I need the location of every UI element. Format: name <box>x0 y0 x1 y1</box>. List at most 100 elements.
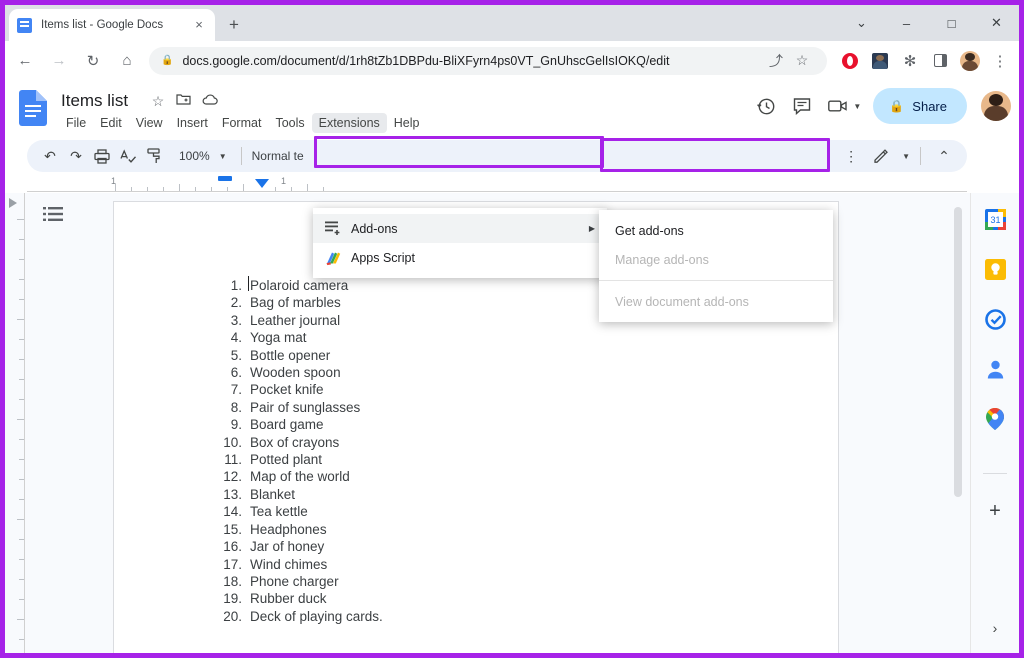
comment-icon[interactable] <box>785 89 819 123</box>
submenu-item-get-add-ons[interactable]: Get add-ons <box>599 216 833 245</box>
ruler-line <box>27 191 967 192</box>
menu-item-apps-script[interactable]: Apps Script <box>313 243 607 272</box>
tab-strip: Items list - Google Docs × + ⌄ – □ ✕ <box>5 5 1019 41</box>
list-item: 14. Tea kettle <box>223 504 308 520</box>
svg-text:31: 31 <box>990 215 1000 225</box>
browser-window: Items list - Google Docs × + ⌄ – □ ✕ ← →… <box>0 0 1024 658</box>
redo-icon[interactable]: ↷ <box>63 143 89 169</box>
zoom-value: 100% <box>179 149 210 163</box>
submenu-divider <box>599 280 833 281</box>
chrome-menu-icon[interactable]: ⋮ <box>987 48 1013 74</box>
share-page-icon[interactable]: ⤴ <box>763 48 789 74</box>
side-panel-rail: 31 + › <box>970 193 1019 653</box>
menu-view[interactable]: View <box>129 113 170 133</box>
lock-icon: 🔒 <box>889 99 905 113</box>
window-controls: ⌄ – □ ✕ <box>839 5 1019 41</box>
toolbar-right-group: ⋮ ▼ ⌃ <box>842 143 957 169</box>
expand-panel-icon[interactable]: › <box>984 617 1006 639</box>
list-item: 20. Deck of playing cards. <box>223 608 383 624</box>
left-indent-marker[interactable] <box>218 176 232 181</box>
ruler-number-right: 1 <box>281 176 287 186</box>
zoom-selector[interactable]: 100% ▼ <box>175 149 231 163</box>
list-item: 11. Potted plant <box>224 452 323 468</box>
text-cursor <box>248 276 249 291</box>
back-icon[interactable]: ← <box>11 47 39 75</box>
editing-mode-button[interactable]: ▼ <box>868 143 910 169</box>
home-icon[interactable]: ⌂ <box>113 47 141 75</box>
share-button[interactable]: 🔒 Share <box>873 88 967 124</box>
opera-extension-icon[interactable] <box>837 48 863 74</box>
google-contacts-icon[interactable] <box>983 357 1007 381</box>
menu-extensions[interactable]: Extensions <box>311 113 387 133</box>
more-options-icon[interactable]: ⋮ <box>842 148 860 165</box>
undo-icon[interactable]: ↶ <box>37 143 63 169</box>
print-icon[interactable] <box>89 143 115 169</box>
docs-toolbar: ↶ ↷ 100% ▼ Normal te ⋮ ▼ ⌃ <box>27 140 967 172</box>
tab-search-icon[interactable]: ⌄ <box>839 5 884 41</box>
docs-header: Items list ☆ File Edit View Insert Forma… <box>5 80 1019 136</box>
maximize-button[interactable]: □ <box>929 5 974 41</box>
avatar[interactable] <box>981 91 1011 121</box>
spellcheck-icon[interactable] <box>115 143 141 169</box>
numbered-list[interactable]: 1. Polaroid camera 2. Bag of marbles 3. Lea… <box>216 276 818 625</box>
star-icon[interactable]: ☆ <box>149 93 167 110</box>
chevron-down-icon: ▼ <box>218 151 227 161</box>
add-addon-button[interactable]: + <box>983 499 1007 523</box>
share-label: Share <box>912 98 947 114</box>
document-outline-icon[interactable] <box>43 206 65 228</box>
addons-icon <box>325 221 351 236</box>
puzzle-icon[interactable]: ✻ <box>897 48 923 74</box>
camera-icon[interactable] <box>821 89 855 123</box>
google-docs-logo-icon[interactable] <box>19 90 47 126</box>
menu-item-add-ons[interactable]: Add-ons ▶ <box>313 214 607 243</box>
menu-edit[interactable]: Edit <box>93 113 129 133</box>
browser-tab[interactable]: Items list - Google Docs × <box>9 9 215 41</box>
avatar-extension-icon[interactable] <box>867 48 893 74</box>
paint-format-icon[interactable] <box>141 143 167 169</box>
list-item: 16. Jar of honey <box>223 539 325 555</box>
close-icon[interactable]: × <box>191 17 207 33</box>
vertical-scrollbar[interactable] <box>954 207 962 497</box>
new-tab-button[interactable]: + <box>223 14 245 36</box>
menu-format[interactable]: Format <box>215 113 269 133</box>
apps-script-icon <box>325 250 351 266</box>
minimize-button[interactable]: – <box>884 5 929 41</box>
toolbar-divider-2 <box>920 147 921 165</box>
first-line-indent-marker[interactable] <box>255 179 269 188</box>
menu-tools[interactable]: Tools <box>268 113 311 133</box>
pencil-icon[interactable] <box>868 143 894 169</box>
bookmark-star-icon[interactable]: ☆ <box>789 48 815 74</box>
menu-help[interactable]: Help <box>387 113 427 133</box>
google-tasks-icon[interactable] <box>983 307 1007 331</box>
list-item: 7. Pocket knife <box>230 382 324 398</box>
move-to-folder-icon[interactable] <box>174 93 192 109</box>
document-title[interactable]: Items list <box>61 91 128 111</box>
list-item: 6. Wooden spoon <box>230 365 341 381</box>
add-ons-submenu[interactable]: Get add-ons Manage add-ons View document… <box>599 210 833 322</box>
menu-item-label: Apps Script <box>351 250 415 265</box>
reload-icon[interactable]: ↻ <box>79 47 107 75</box>
collapse-toolbar-icon[interactable]: ⌃ <box>931 143 957 169</box>
list-item: 4. Yoga mat <box>230 330 307 346</box>
menu-item-label: Add-ons <box>351 221 398 236</box>
extensions-dropdown-menu[interactable]: Add-ons ▶ Apps Script <box>313 208 607 278</box>
side-panel-icon[interactable] <box>927 48 953 74</box>
menu-insert[interactable]: Insert <box>170 113 215 133</box>
chevron-down-icon[interactable]: ▼ <box>853 102 861 111</box>
address-bar[interactable]: 🔒 docs.google.com/document/d/1rh8tZb1DBP… <box>149 46 827 75</box>
profile-avatar[interactable] <box>957 48 983 74</box>
list-item: 12. Map of the world <box>223 469 350 485</box>
close-window-button[interactable]: ✕ <box>974 5 1019 41</box>
list-item: 10. Box of crayons <box>223 434 340 450</box>
forward-icon[interactable]: → <box>45 47 73 75</box>
google-calendar-icon[interactable]: 31 <box>983 207 1007 231</box>
google-maps-icon[interactable] <box>983 407 1007 431</box>
version-history-icon[interactable] <box>749 89 783 123</box>
google-keep-icon[interactable] <box>983 257 1007 281</box>
paragraph-style-selector[interactable]: Normal te <box>252 149 304 163</box>
menu-file[interactable]: File <box>59 113 93 133</box>
horizontal-ruler[interactable]: 1 1 <box>27 176 967 192</box>
meet-button[interactable]: ▼ <box>821 89 865 123</box>
extensions-area: ✻ ⋮ <box>835 48 1019 74</box>
cloud-saved-icon[interactable] <box>201 93 219 109</box>
